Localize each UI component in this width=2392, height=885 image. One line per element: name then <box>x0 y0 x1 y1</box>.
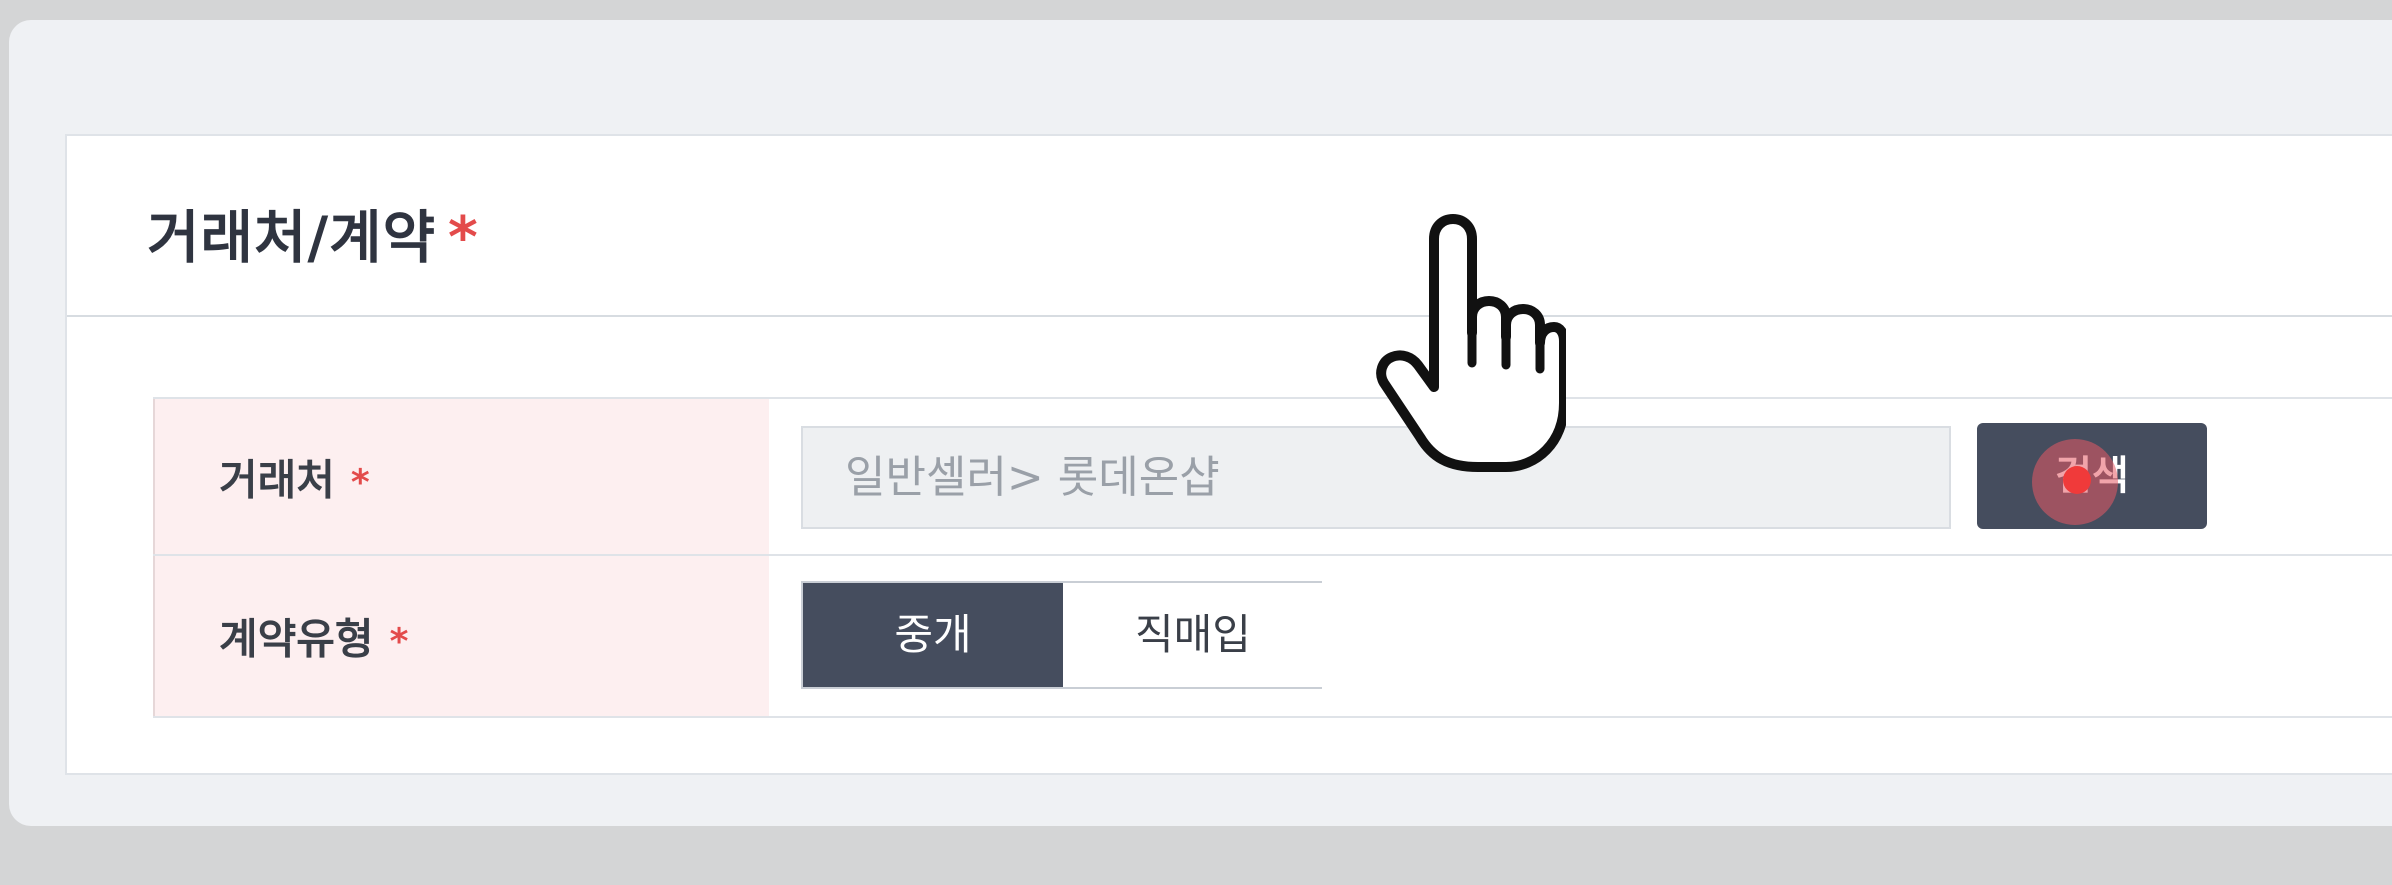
section-title-text: 거래처/계약 <box>147 205 437 271</box>
vendor-label-cell: 거래처 * <box>153 399 769 554</box>
required-mark: * <box>389 621 409 663</box>
contract-type-toggle: 중개 직매입 <box>801 581 1323 689</box>
contract-type-label-text: 계약유형 <box>219 614 374 664</box>
contract-form-table: 거래처 * 일반셀러> 롯데온샵 검색 계약유형 * 중개 직매입 <box>153 397 2392 718</box>
contract-type-value-cell: 중개 직매입 <box>769 556 2392 716</box>
contract-type-row: 계약유형 * 중개 직매입 <box>153 556 2392 716</box>
contract-type-label: 계약유형 * <box>219 606 408 667</box>
section-header: 거래처/계약 * <box>67 136 2392 317</box>
required-mark: * <box>350 462 370 503</box>
vendor-label-text: 거래처 <box>219 455 335 504</box>
vendor-value-cell: 일반셀러> 롯데온샵 검색 <box>769 399 2392 554</box>
option-brokerage[interactable]: 중개 <box>803 583 1063 687</box>
section-title: 거래처/계약 * <box>147 192 479 274</box>
contract-type-label-cell: 계약유형 * <box>153 556 769 716</box>
app-window: 거래처/계약* 거래처* 일반셀러> 롯데온샵 검색 계약유형* <box>9 20 2392 826</box>
vendor-label: 거래처 * <box>219 446 370 507</box>
contract-section-panel: 거래처/계약* 거래처* 일반셀러> 롯데온샵 검색 계약유형* <box>65 134 2392 775</box>
pointing-hand-icon <box>1376 214 1566 472</box>
vendor-row: 거래처 * 일반셀러> 롯데온샵 검색 <box>153 399 2392 556</box>
required-mark: * <box>448 205 479 271</box>
click-indicator-dot <box>2063 466 2091 494</box>
option-direct-purchase[interactable]: 직매입 <box>1063 583 1323 687</box>
